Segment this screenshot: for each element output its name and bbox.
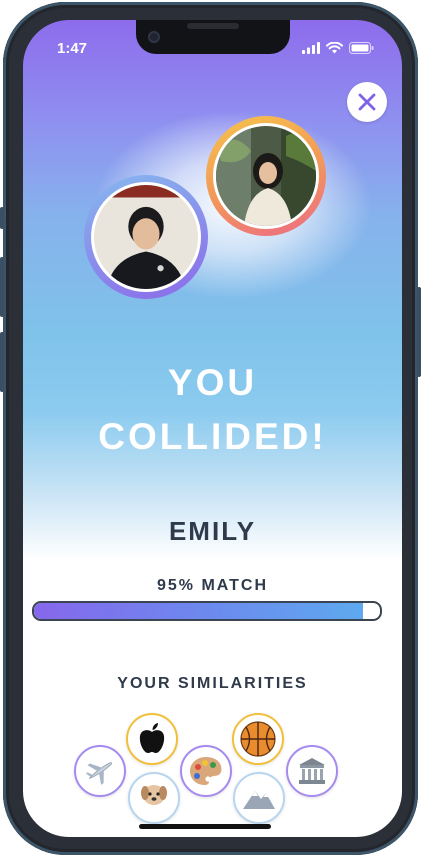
match-avatar (206, 116, 326, 236)
wifi-icon (326, 42, 343, 54)
status-time: 1:47 (57, 40, 88, 57)
phone-frame: 1:47 YOU COLLIDED! EMILY 95% MATCH YOUR … (0, 2, 421, 855)
match-progress-bar (32, 601, 382, 621)
museum-icon (299, 758, 325, 784)
battery-icon (349, 42, 374, 54)
user-avatar (84, 175, 208, 299)
similarity-travel[interactable] (74, 745, 126, 797)
signal-icon (302, 42, 320, 54)
apple-icon (139, 723, 165, 753)
match-photo (216, 126, 316, 226)
basketball-icon (240, 721, 276, 757)
similarity-basketball[interactable] (232, 713, 284, 765)
similarity-mountain[interactable] (233, 772, 285, 824)
volume-down-button (0, 332, 4, 392)
user-photo (94, 185, 198, 289)
match-name: EMILY (168, 516, 257, 546)
similarities-title: YOUR SIMILARITIES (117, 675, 308, 692)
mountain-icon (243, 791, 275, 809)
close-icon (358, 93, 376, 111)
speaker (187, 23, 239, 29)
headline-line1: YOU (167, 362, 258, 403)
similarity-dog[interactable] (128, 772, 180, 824)
status-icons (302, 42, 374, 54)
headline-line2: COLLIDED! (98, 416, 327, 457)
notch (136, 20, 290, 54)
volume-up-button (0, 257, 4, 317)
match-percentage-label: 95% MATCH (156, 577, 269, 594)
home-indicator[interactable] (139, 824, 271, 829)
similarity-museum[interactable] (286, 745, 338, 797)
palette-icon (190, 757, 222, 785)
power-button (417, 287, 421, 377)
match-progress-fill (34, 603, 363, 619)
airplane-icon (85, 762, 112, 785)
close-button[interactable] (347, 82, 387, 122)
similarity-apple[interactable] (126, 713, 178, 765)
match-screen: 1:47 YOU COLLIDED! EMILY 95% MATCH YOUR … (23, 20, 402, 837)
front-camera (148, 31, 160, 43)
mute-switch (0, 207, 4, 229)
dog-icon (141, 785, 167, 805)
similarity-art[interactable] (180, 745, 232, 797)
